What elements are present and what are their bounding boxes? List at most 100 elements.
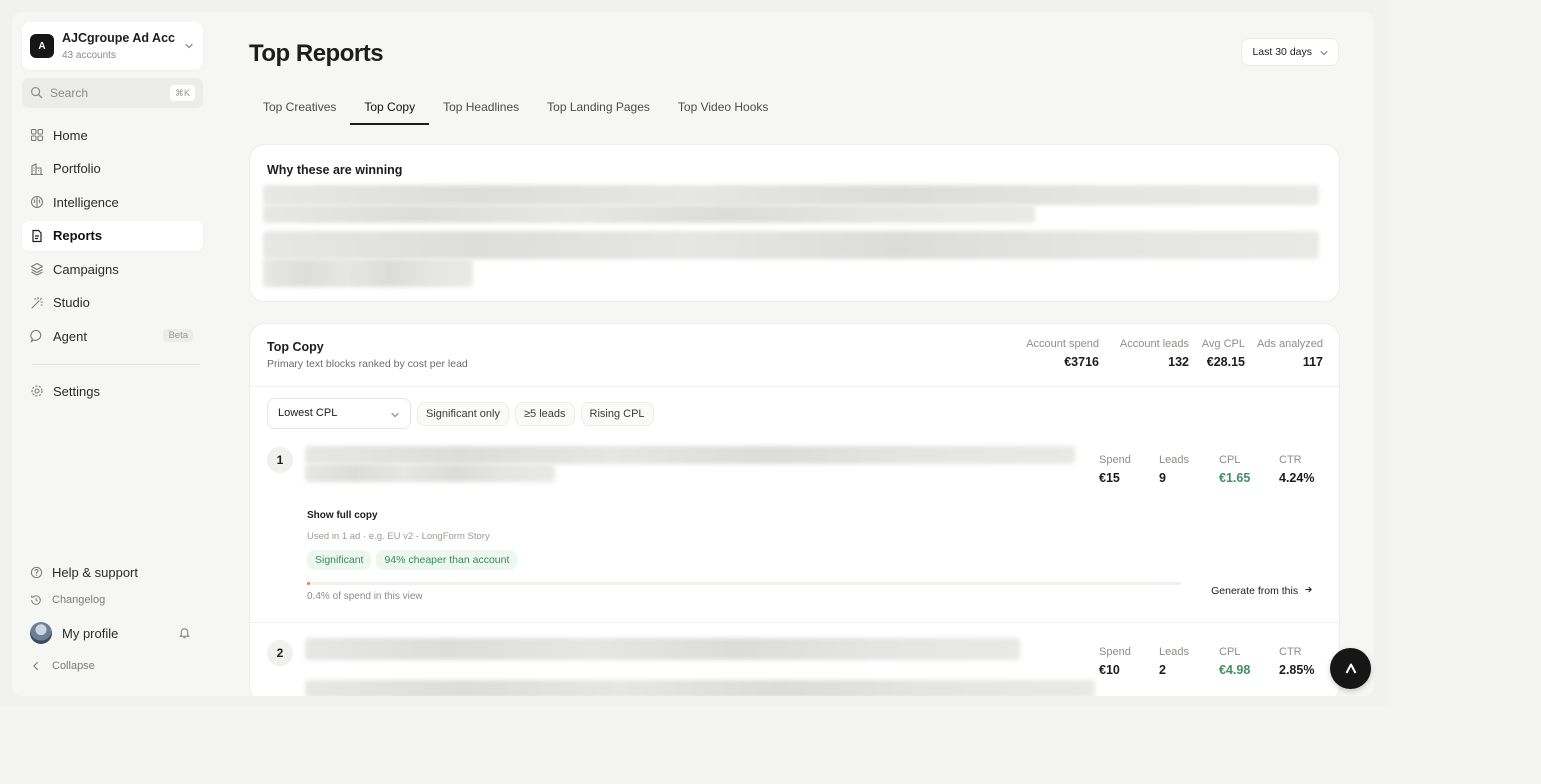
generate-from-this-button[interactable]: Generate from this (1203, 580, 1321, 602)
sidebar-item-studio[interactable]: Studio (22, 288, 203, 318)
metric-ctr: CTR 2.85% (1279, 646, 1319, 677)
help-icon (30, 566, 43, 579)
account-switcher[interactable]: A AJCgroupe Ad Acc 43 accounts (22, 22, 203, 70)
list-item: 1 Spend €15 Leads 9 CPL €1.65 CTR 4.24% … (250, 444, 1339, 622)
search-box[interactable]: ⌘K (22, 78, 203, 108)
search-input[interactable] (50, 84, 160, 102)
assistant-fab-button[interactable] (1330, 648, 1371, 689)
blurred-insight-text (263, 185, 1319, 205)
help-support-link[interactable]: Help & support (22, 558, 203, 586)
sidebar-item-label: Portfolio (53, 161, 101, 176)
why-winning-card: Why these are winning (249, 144, 1340, 302)
help-label: Help & support (52, 564, 138, 580)
bell-icon[interactable] (178, 626, 191, 639)
brain-icon (30, 195, 44, 209)
date-range-value: Last 30 days (1252, 46, 1312, 58)
tab-top-landing-pages[interactable]: Top Landing Pages (533, 94, 664, 125)
sidebar-item-campaigns[interactable]: Campaigns (22, 254, 203, 284)
spend-share-bar (307, 582, 1181, 585)
list-item: 2 Spend €10 Leads 2 CPL €4.98 CTR 2.85% (250, 638, 1339, 696)
sidebar-divider (32, 364, 200, 365)
sidebar-footer: Help & support Changelog My profile Coll… (22, 558, 203, 680)
document-icon (30, 229, 44, 243)
metric-leads: Leads 2 (1159, 646, 1219, 677)
chat-icon (30, 329, 44, 343)
sidebar-item-reports[interactable]: Reports (22, 220, 203, 251)
account-name: AJCgroupe Ad Acc (62, 31, 175, 45)
metric-value: 2 (1159, 663, 1166, 677)
row-divider (250, 622, 1339, 623)
sidebar-item-agent[interactable]: Agent Beta (22, 321, 203, 351)
blurred-copy-text (305, 464, 555, 482)
metric-ctr: CTR 4.24% (1279, 454, 1319, 485)
history-icon (30, 594, 43, 607)
layers-icon (30, 262, 44, 276)
stat-label: Avg CPL (1201, 338, 1245, 350)
sidebar-item-label: Campaigns (53, 261, 119, 277)
row-metrics: Spend €15 Leads 9 CPL €1.65 CTR 4.24% (1099, 454, 1319, 485)
sidebar-item-portfolio[interactable]: Portfolio (22, 154, 203, 184)
row-badges: Significant 94% cheaper than account (307, 550, 518, 570)
blurred-insight-text (263, 259, 473, 287)
blurred-copy-text (305, 638, 1020, 660)
sort-select[interactable]: Lowest CPL (267, 398, 411, 429)
sort-select-value: Lowest CPL (278, 407, 338, 419)
stat-label: Account leads (1119, 338, 1189, 350)
metric-label: Leads (1159, 454, 1189, 466)
rank-badge: 2 (267, 640, 293, 666)
app-window: A AJCgroupe Ad Acc 43 accounts ⌘K Home P… (12, 12, 1374, 696)
main-nav: Home Portfolio Intelligence Reports Camp… (22, 120, 203, 355)
metric-value: 2.85% (1279, 663, 1315, 677)
metric-value: €4.98 (1219, 663, 1251, 677)
filter-rising-cpl[interactable]: Rising CPL (580, 401, 654, 426)
date-range-select[interactable]: Last 30 days (1241, 38, 1339, 66)
stat-account-spend: Account spend €3716 (1023, 338, 1099, 369)
sidebar-item-label: Settings (53, 383, 100, 399)
sidebar-item-home[interactable]: Home (22, 120, 203, 150)
metric-value: €10 (1099, 663, 1120, 677)
row-metrics: Spend €10 Leads 2 CPL €4.98 CTR 2.85% (1099, 646, 1319, 677)
sidebar-item-label: Home (53, 127, 88, 143)
metric-label: Leads (1159, 646, 1189, 658)
metric-value: €1.65 (1219, 471, 1251, 485)
metric-spend: Spend €10 (1099, 646, 1159, 677)
tab-top-copy[interactable]: Top Copy (350, 94, 429, 125)
stat-label: Ads analyzed (1256, 338, 1323, 350)
filter-bar: Lowest CPL Significant only ≥5 leads Ris… (267, 398, 654, 429)
tab-top-headlines[interactable]: Top Headlines (429, 94, 533, 125)
sidebar-item-intelligence[interactable]: Intelligence (22, 187, 203, 217)
avatar (30, 622, 52, 644)
grid-icon (30, 128, 44, 142)
filter-min-leads[interactable]: ≥5 leads (515, 401, 575, 426)
chevron-left-icon (30, 660, 43, 673)
collapse-label: Collapse (52, 660, 95, 672)
account-stats: Account spend €3716 Account leads 132 Av… (1017, 338, 1323, 369)
metric-cpl: CPL €1.65 (1219, 454, 1279, 485)
sidebar: A AJCgroupe Ad Acc 43 accounts ⌘K Home P… (12, 12, 212, 696)
profile-menu[interactable]: My profile (22, 614, 203, 652)
stat-ads-analyzed: Ads analyzed 117 (1255, 338, 1323, 369)
changelog-link[interactable]: Changelog (22, 586, 203, 614)
building-icon (30, 162, 44, 176)
stat-value: 117 (1302, 355, 1323, 369)
section-title: Top Copy (267, 340, 324, 354)
sidebar-item-settings[interactable]: Settings (22, 376, 203, 406)
section-subtitle: Primary text blocks ranked by cost per l… (267, 358, 468, 370)
arrow-right-icon (1305, 586, 1312, 593)
chevron-down-icon (185, 43, 193, 49)
metric-label: CTR (1279, 646, 1302, 658)
rank-badge: 1 (267, 447, 293, 473)
metric-label: Spend (1099, 454, 1131, 466)
tab-top-creatives[interactable]: Top Creatives (249, 94, 350, 125)
search-icon (30, 86, 43, 99)
collapse-button[interactable]: Collapse (22, 652, 203, 680)
metric-value: €15 (1099, 471, 1120, 485)
metric-value: 4.24% (1279, 471, 1315, 485)
stat-value: €3716 (1064, 355, 1099, 369)
filter-significant-only[interactable]: Significant only (417, 401, 509, 426)
metric-spend: Spend €15 (1099, 454, 1159, 485)
account-avatar: A (30, 34, 54, 58)
show-full-copy-link[interactable]: Show full copy (307, 510, 378, 521)
sidebar-item-label: Agent (53, 328, 87, 344)
tab-top-video-hooks[interactable]: Top Video Hooks (664, 94, 783, 125)
